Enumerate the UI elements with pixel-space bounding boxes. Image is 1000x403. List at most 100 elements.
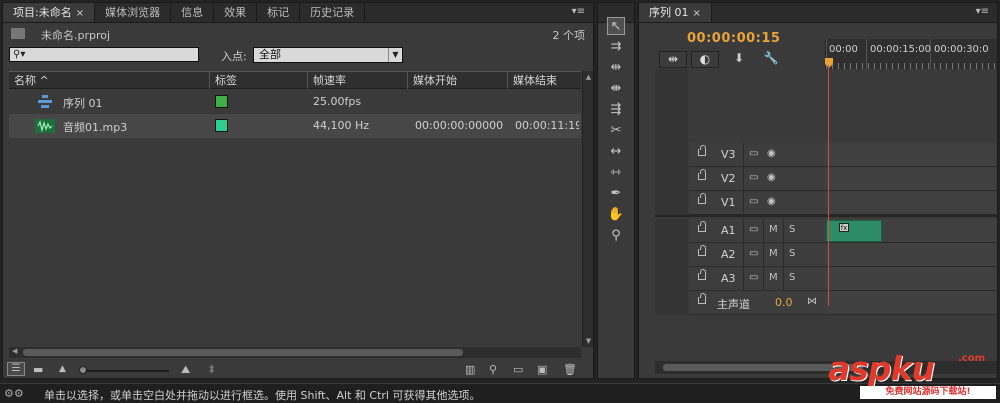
horizontal-scrollbar[interactable]: ◀ <box>9 347 581 358</box>
track-lane-v1[interactable] <box>825 191 997 215</box>
panel-menu-icon[interactable]: ▾≡ <box>976 6 989 17</box>
snap-icon[interactable]: ⇹ <box>659 51 687 68</box>
tab-sequence[interactable]: 序列 01 × <box>639 3 712 22</box>
solo-button[interactable]: S <box>789 224 795 235</box>
zoom-tool[interactable]: ⚲ <box>607 227 625 245</box>
column-frame-rate[interactable]: 帧速率 <box>307 72 407 89</box>
mute-button[interactable]: M <box>769 272 778 283</box>
scroll-left-icon[interactable]: ◀ <box>12 347 17 355</box>
track-header-a1[interactable]: A1 ▭ M S <box>689 219 825 243</box>
track-lane-a3[interactable] <box>825 267 997 291</box>
automate-to-sequence-icon[interactable]: ▥ <box>465 364 475 375</box>
eye-icon[interactable]: ◉ <box>767 148 776 159</box>
eye-icon[interactable]: ◉ <box>767 196 776 207</box>
table-row[interactable]: 序列 01 25.00fps <box>9 90 581 114</box>
close-icon[interactable]: × <box>76 8 84 19</box>
lock-icon[interactable] <box>698 269 706 280</box>
icon-view-icon[interactable]: ▬ <box>33 364 43 375</box>
track-header-v2[interactable]: V2 ▭ ◉ <box>689 167 825 191</box>
track-header-a2[interactable]: A2 ▭ M S <box>689 243 825 267</box>
mute-button[interactable]: M <box>769 224 778 235</box>
list-view-icon[interactable]: ☰ <box>7 362 25 376</box>
track-select-tool[interactable]: ⇉ <box>607 38 625 56</box>
in-point-select[interactable]: 全部 ▼ <box>253 47 403 63</box>
vertical-scrollbar[interactable]: ▲ ▼ <box>582 71 593 347</box>
video-audio-divider[interactable] <box>655 215 997 217</box>
track-header-master[interactable]: 主声道 0.0 ⋈ <box>689 291 825 315</box>
master-volume-value[interactable]: 0.0 <box>775 296 793 309</box>
slide-tool[interactable]: ⇿ <box>607 164 625 182</box>
ripple-edit-tool[interactable]: ⇹ <box>607 59 625 77</box>
column-media-start[interactable]: 媒体开始 <box>407 72 507 89</box>
mute-button[interactable]: M <box>769 248 778 259</box>
pen-tool[interactable]: ✒ <box>607 185 625 203</box>
scroll-down-icon[interactable]: ▼ <box>584 337 593 345</box>
trash-icon[interactable]: 🗑 <box>563 364 577 375</box>
track-lane-a1[interactable]: fx <box>825 219 997 243</box>
track-lane-v3[interactable] <box>825 143 997 167</box>
go-to-edit-icon[interactable]: ⋈ <box>807 296 817 307</box>
scroll-thumb[interactable] <box>663 364 863 371</box>
audio-clip[interactable]: fx <box>826 220 882 242</box>
label-swatch[interactable] <box>215 119 228 132</box>
eye-icon[interactable]: ◉ <box>767 172 776 183</box>
tab-info[interactable]: 信息 <box>171 3 215 22</box>
lock-icon[interactable] <box>698 221 706 232</box>
zoom-slider-knob[interactable] <box>79 366 87 374</box>
column-media-end[interactable]: 媒体结束 <box>507 72 581 89</box>
tab-project[interactable]: 项目:未命名 × <box>3 3 96 22</box>
track-lane-master[interactable] <box>825 291 997 315</box>
tab-effects[interactable]: 效果 <box>214 3 258 22</box>
chevron-down-icon[interactable]: ▼ <box>388 48 402 62</box>
playhead-line[interactable] <box>828 65 829 306</box>
sync-lock-icon[interactable]: ▭ <box>749 272 758 283</box>
add-marker-icon[interactable]: ⬇ <box>725 51 753 68</box>
sync-lock-icon[interactable]: ▭ <box>749 148 758 159</box>
lock-icon[interactable] <box>698 293 706 304</box>
column-name[interactable]: 名称 ^ <box>9 72 209 89</box>
settings-icon[interactable]: ⚙⚙ <box>4 387 24 400</box>
lock-icon[interactable] <box>698 245 706 256</box>
lock-icon[interactable] <box>698 145 706 156</box>
new-item-icon[interactable]: ▣ <box>537 364 547 375</box>
label-swatch[interactable] <box>215 95 228 108</box>
table-row[interactable]: 音频01.mp3 44,100 Hz 00:00:00:00000 00:00:… <box>9 114 581 138</box>
slip-tool[interactable]: ↔ <box>607 143 625 161</box>
sync-lock-icon[interactable]: ▭ <box>749 224 758 235</box>
tab-history[interactable]: 历史记录 <box>300 3 366 22</box>
track-header-v1[interactable]: V1 ▭ ◉ <box>689 191 825 215</box>
tab-media-browser[interactable]: 媒体浏览器 <box>95 3 172 22</box>
new-bin-icon[interactable]: ▭ <box>513 364 523 375</box>
track-lane-v2[interactable] <box>825 167 997 191</box>
wrench-icon[interactable]: 🔧 <box>757 51 785 68</box>
sync-lock-icon[interactable]: ▭ <box>749 196 758 207</box>
search-input[interactable]: ⚲▾ <box>9 47 199 62</box>
razor-tool[interactable]: ✂ <box>607 122 625 140</box>
timeline-scrollbar[interactable] <box>655 361 997 374</box>
scroll-up-icon[interactable]: ▲ <box>584 73 593 81</box>
lock-icon[interactable] <box>698 193 706 204</box>
zoom-slider[interactable] <box>81 370 169 372</box>
solo-button[interactable]: S <box>789 248 795 259</box>
close-icon[interactable]: × <box>693 8 701 19</box>
tab-markers[interactable]: 标记 <box>257 3 301 22</box>
panel-menu-icon[interactable]: ▾≡ <box>572 6 585 17</box>
solo-button[interactable]: S <box>789 272 795 283</box>
zoom-out-icon[interactable]: ▲ <box>59 364 66 375</box>
current-timecode[interactable]: 00:00:00:15 <box>687 31 780 46</box>
track-header-a3[interactable]: A3 ▭ M S <box>689 267 825 291</box>
zoom-in-icon[interactable]: ⛰ <box>181 364 190 375</box>
time-ruler[interactable]: 00:00 00:00:15:00 00:00:30:0 <box>825 39 998 69</box>
lock-icon[interactable] <box>698 169 706 180</box>
track-lane-a2[interactable] <box>825 243 997 267</box>
track-header-v3[interactable]: V3 ▭ ◉ <box>689 143 825 167</box>
sync-lock-icon[interactable]: ▭ <box>749 248 758 259</box>
sync-lock-icon[interactable]: ▭ <box>749 172 758 183</box>
column-label[interactable]: 标签 <box>209 72 307 89</box>
rate-stretch-tool[interactable]: ⇶ <box>607 101 625 119</box>
selection-tool[interactable]: ↖ <box>607 17 625 35</box>
rolling-edit-tool[interactable]: ⇼ <box>607 80 625 98</box>
sort-icon[interactable]: ⬍ <box>207 364 216 375</box>
scroll-thumb[interactable] <box>23 349 463 356</box>
hand-tool[interactable]: ✋ <box>607 206 625 224</box>
